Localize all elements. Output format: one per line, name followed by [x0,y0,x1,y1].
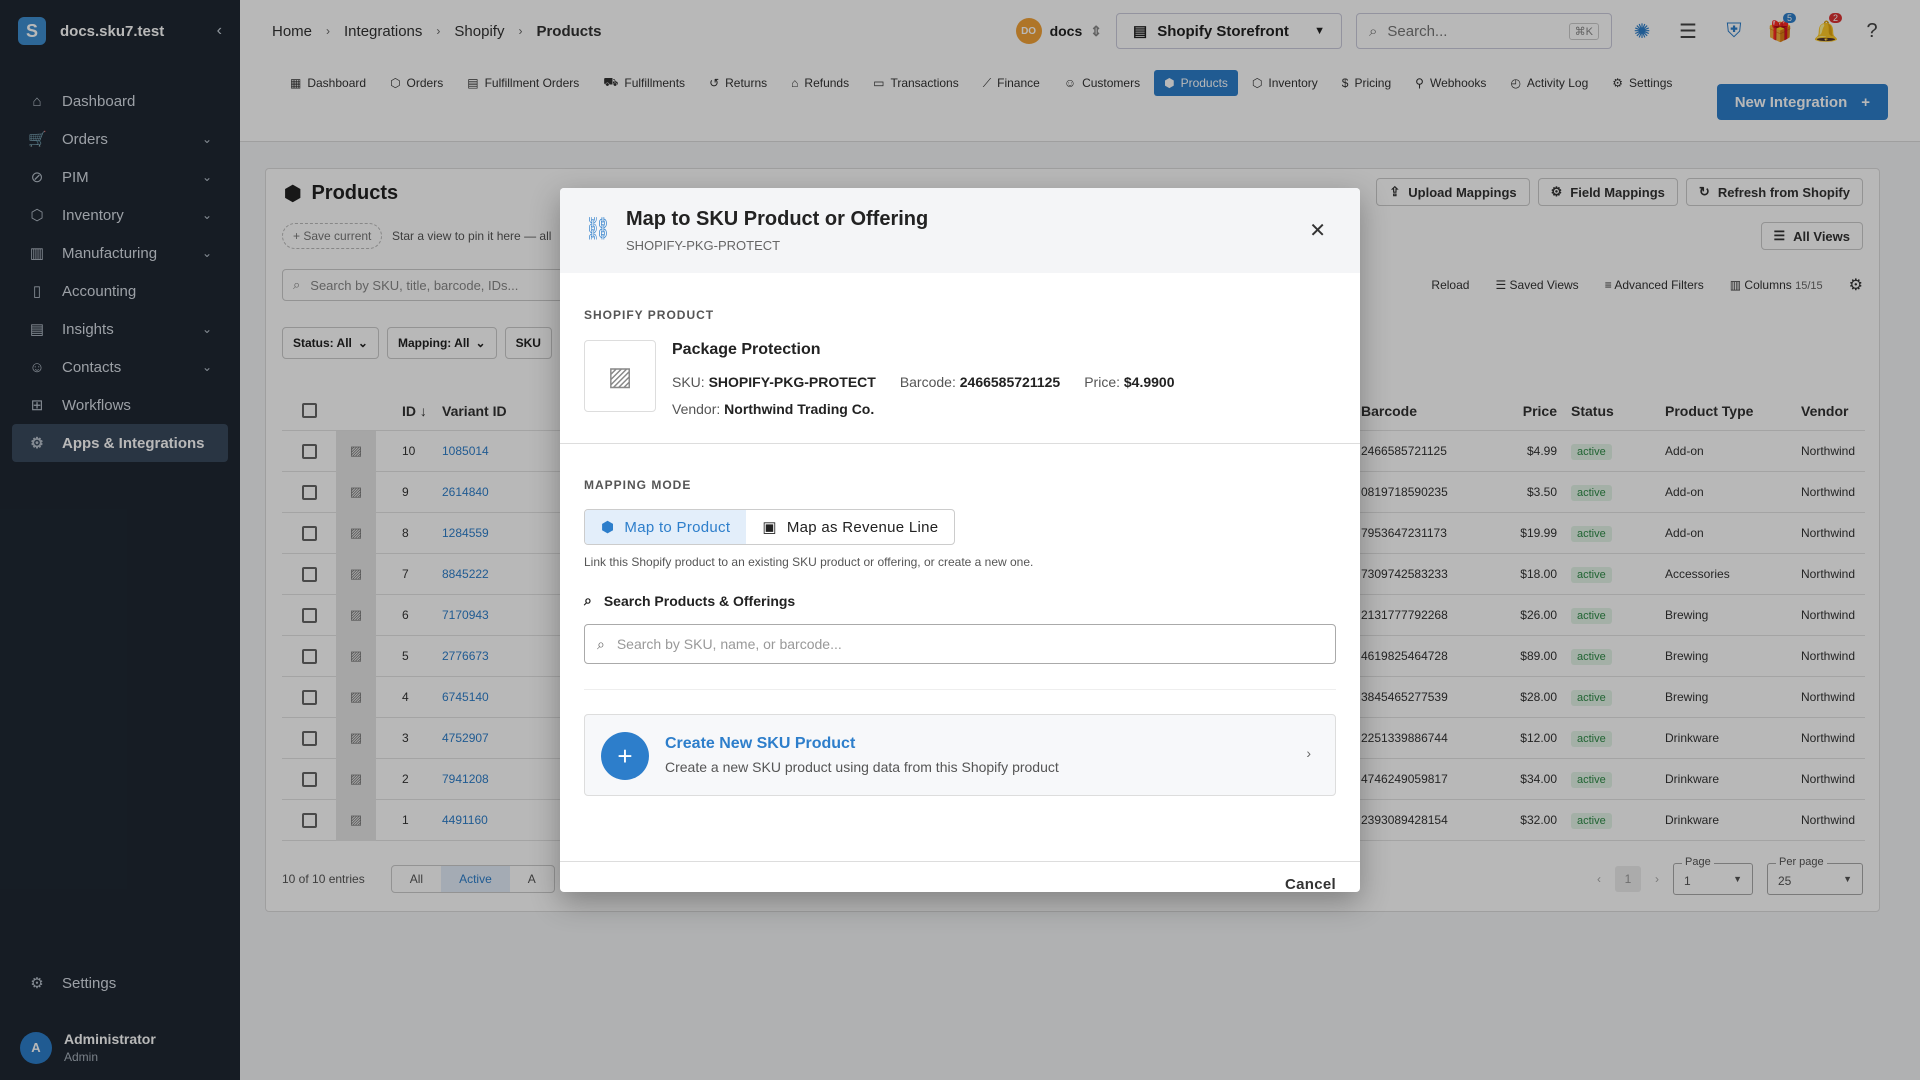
mapping-mode-toggle: ⬢ Map to Product ▣ Map as Revenue Line [584,509,956,545]
close-icon[interactable]: ✕ [1309,218,1326,243]
dialog-subtitle: SHOPIFY-PKG-PROTECT [626,238,781,253]
product-name: Package Protection [672,341,821,358]
product-meta: SKU: SHOPIFY-PKG-PROTECT Barcode: 246658… [672,374,1175,390]
dialog-footer: Cancel [560,862,1360,892]
product-search-input[interactable]: ⌕ Search by SKU, name, or barcode... [584,624,1336,664]
price-value: $4.9900 [1123,374,1175,390]
image-placeholder-icon: ▨ [584,340,656,412]
shopify-product-section: SHOPIFY PRODUCT ▨ Package Protection SKU… [560,273,1360,444]
cancel-button[interactable]: Cancel [1285,876,1336,892]
vendor-field: Vendor: Northwind Trading Co. [672,401,874,417]
vendor-label: Vendor: [672,401,721,417]
vendor-value: Northwind Trading Co. [724,401,875,417]
dialog-header: ⛓ Map to SKU Product or Offering SHOPIFY… [560,188,1360,273]
barcode-value: 2466585721125 [959,374,1061,390]
sku-value: SHOPIFY-PKG-PROTECT [708,374,876,390]
product-search-placeholder: Search by SKU, name, or barcode... [616,636,842,652]
map-revenue-line-label: Map as Revenue Line [786,518,939,536]
barcode-field: Barcode: 2466585721125 [900,374,1060,390]
search-section-label: ⌕ Search Products & Offerings [584,592,795,609]
sku-field: SKU: SHOPIFY-PKG-PROTECT [672,374,876,390]
mapping-section: MAPPING MODE ⬢ Map to Product ▣ Map as Rev… [560,444,1360,862]
chevron-right-icon: › [1306,745,1311,761]
map-to-product-option[interactable]: ⬢ Map to Product [585,510,747,544]
search-icon: ⌕ [597,635,605,652]
link-add-icon: ⛓ [584,216,612,241]
sku-label: SKU: [672,374,705,390]
section-label: MAPPING MODE [584,478,692,492]
cash-icon: ▣ [762,519,777,536]
dialog-title: Map to SKU Product or Offering [626,208,929,230]
create-title: Create New SKU Product [665,735,856,752]
map-revenue-line-option[interactable]: ▣ Map as Revenue Line [746,510,954,544]
price-field: Price: $4.9900 [1084,374,1174,390]
divider [584,689,1336,690]
barcode-label: Barcode: [899,374,956,390]
plus-icon: + [601,732,649,780]
search-section-text: Search Products & Offerings [603,592,796,609]
search-icon: ⌕ [584,592,592,608]
create-new-sku-button[interactable]: + Create New SKU Product Create a new SK… [584,714,1336,796]
price-label: Price: [1084,374,1120,390]
mode-hint: Link this Shopify product to an existing… [584,555,1034,569]
cube-icon: ⬢ [601,519,615,536]
section-label: SHOPIFY PRODUCT [584,308,715,322]
map-product-dialog: ⛓ Map to SKU Product or Offering SHOPIFY… [560,188,1360,892]
create-description: Create a new SKU product using data from… [665,759,1059,775]
map-to-product-label: Map to Product [624,518,731,536]
